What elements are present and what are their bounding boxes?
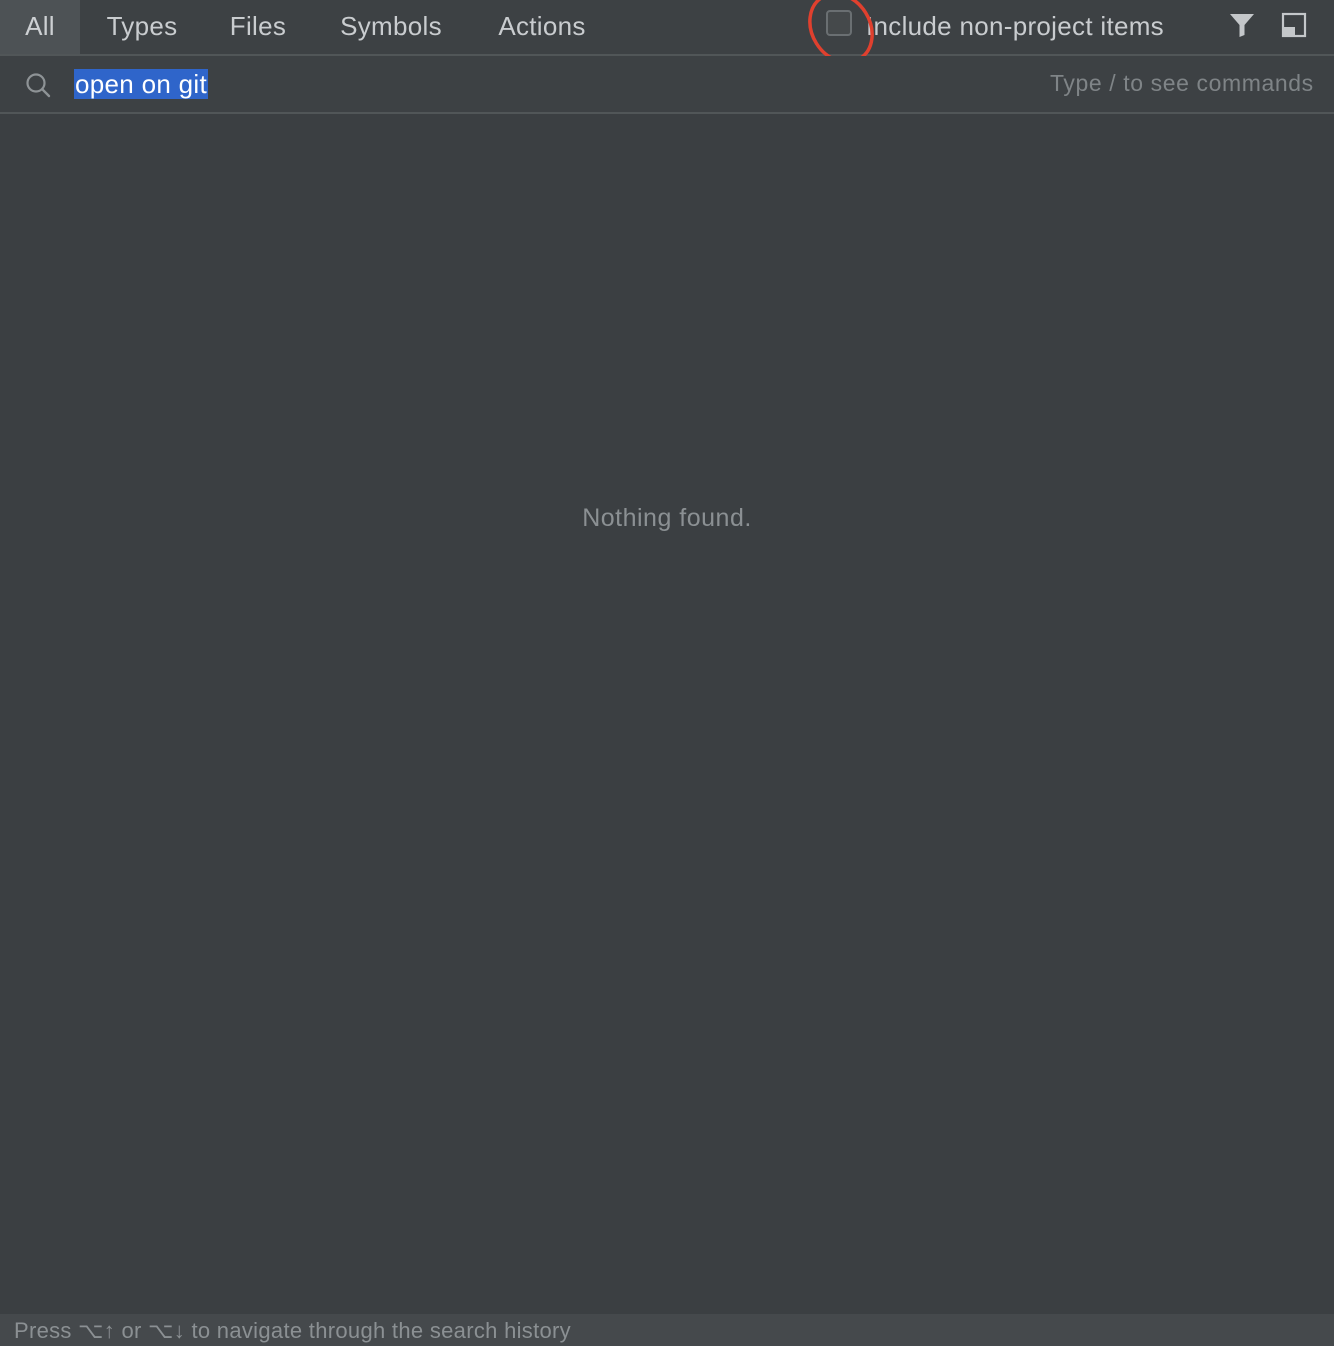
status-footer: Press ⌥↑ or ⌥↓ to navigate through the s… xyxy=(0,1314,1334,1346)
results-list: Nothing found. xyxy=(0,114,1334,1314)
footer-hint: Press ⌥↑ or ⌥↓ to navigate through the s… xyxy=(14,1318,571,1343)
include-non-project-checkbox[interactable] xyxy=(826,10,852,36)
tab-symbols[interactable]: Symbols xyxy=(326,0,456,54)
search-row: open on git Type / to see commands xyxy=(0,56,1334,114)
search-everywhere-popup: All Types Files Symbols Actions Include … xyxy=(0,0,1334,1346)
tab-actions[interactable]: Actions xyxy=(484,0,600,54)
include-non-project-label[interactable]: Include non-project items xyxy=(866,0,1164,52)
tab-bar: All Types Files Symbols Actions Include … xyxy=(0,0,1334,64)
search-icon xyxy=(26,73,51,98)
filter-icon[interactable] xyxy=(1227,10,1257,40)
search-input[interactable]: open on git xyxy=(74,69,208,99)
tab-all[interactable]: All xyxy=(0,0,80,54)
tab-types[interactable]: Types xyxy=(94,0,190,54)
tab-files[interactable]: Files xyxy=(218,0,298,54)
search-hint: Type / to see commands xyxy=(1050,70,1314,96)
empty-results-message: Nothing found. xyxy=(582,504,752,532)
preview-panel-icon[interactable] xyxy=(1279,10,1309,40)
